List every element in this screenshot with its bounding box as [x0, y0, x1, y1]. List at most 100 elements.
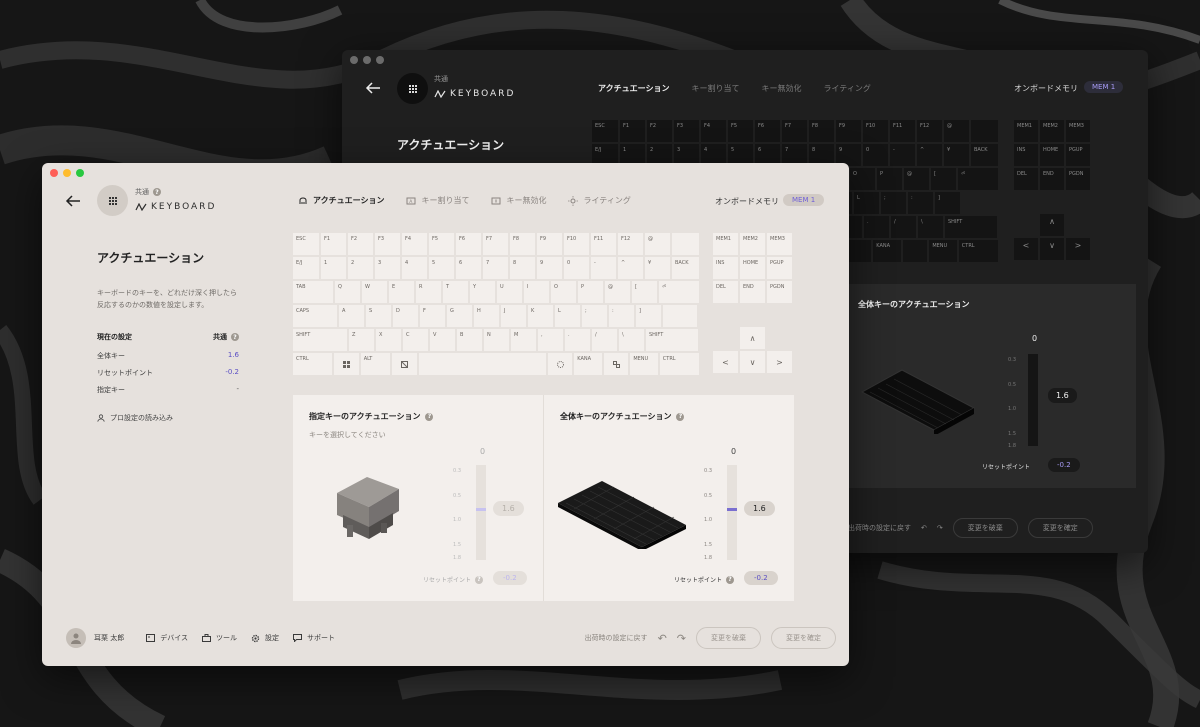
close-icon[interactable] [350, 56, 358, 64]
key[interactable]: @ [904, 168, 929, 190]
key[interactable]: CTRL [958, 240, 998, 262]
key[interactable]: MEM3 [767, 233, 792, 255]
minimize-icon[interactable] [63, 169, 71, 177]
key[interactable]: - [890, 144, 915, 166]
key[interactable]: 0 [564, 257, 589, 279]
key[interactable]: BACK [971, 144, 998, 166]
key[interactable]: . [565, 329, 590, 351]
key[interactable]: 8 [510, 257, 535, 279]
key[interactable]: HOME [1040, 144, 1064, 166]
maximize-icon[interactable] [376, 56, 384, 64]
key[interactable]: MENU [929, 240, 957, 262]
key[interactable]: F7 [483, 233, 508, 255]
key[interactable]: BACK [672, 257, 699, 279]
enter-key-lower[interactable] [663, 305, 697, 327]
back-arrow-icon[interactable] [364, 80, 382, 96]
tab-lighting[interactable]: ライティング [568, 195, 631, 206]
key[interactable]: ] [636, 305, 661, 327]
load-pro-settings-link[interactable]: プロ設定の読み込み [97, 413, 173, 423]
actuation-slider[interactable] [727, 465, 737, 560]
reset-point-value[interactable]: -0.2 [1048, 458, 1080, 472]
key[interactable]: F9 [836, 120, 861, 142]
help-icon[interactable]: ? [425, 412, 434, 421]
tab-lighting[interactable]: ライティング [823, 83, 870, 94]
key[interactable]: 4 [402, 257, 427, 279]
key[interactable]: F3 [674, 120, 699, 142]
key[interactable]: PGUP [767, 257, 792, 279]
key[interactable]: @ [645, 233, 670, 255]
key[interactable]: E [389, 281, 414, 303]
key[interactable]: ; [582, 305, 607, 327]
key[interactable]: F3 [375, 233, 400, 255]
key[interactable]: PGDN [1066, 168, 1090, 190]
key[interactable]: ] [935, 192, 960, 214]
key[interactable]: 0 [863, 144, 888, 166]
slider-thumb[interactable] [727, 508, 737, 511]
key[interactable]: END [1040, 168, 1064, 190]
key[interactable]: CAPS [293, 305, 337, 327]
actuation-slider[interactable] [1028, 354, 1038, 446]
key[interactable]: - [591, 257, 616, 279]
henkan-key[interactable] [547, 353, 573, 375]
key[interactable]: D [393, 305, 418, 327]
key[interactable]: J [501, 305, 526, 327]
nav-device[interactable]: デバイス [146, 633, 188, 643]
tab-actuation[interactable]: アクチュエーション [298, 195, 384, 206]
minimize-icon[interactable] [363, 56, 371, 64]
user-profile[interactable]: 耳栗 太郎 [66, 628, 124, 648]
key[interactable]: CTRL [659, 353, 699, 375]
key[interactable]: CTRL [293, 353, 333, 375]
close-icon[interactable] [50, 169, 58, 177]
arrow-left-key[interactable]: < [713, 351, 738, 373]
key[interactable] [971, 120, 998, 142]
key[interactable]: Q [335, 281, 360, 303]
key[interactable]: F [420, 305, 445, 327]
key[interactable]: ESC [293, 233, 319, 255]
key[interactable]: N [484, 329, 509, 351]
key[interactable]: A [339, 305, 364, 327]
key[interactable]: 9 [537, 257, 562, 279]
back-arrow-icon[interactable] [64, 193, 82, 209]
key[interactable]: F9 [537, 233, 562, 255]
muhenkan-key[interactable] [392, 353, 417, 375]
key[interactable]: MEM2 [1040, 120, 1064, 142]
nav-settings[interactable]: 設定 [251, 633, 279, 643]
key[interactable] [846, 240, 872, 262]
key[interactable]: K [528, 305, 553, 327]
actuation-value[interactable]: 1.6 [1048, 388, 1077, 403]
key[interactable]: F4 [701, 120, 726, 142]
key[interactable]: ⏎ [958, 168, 998, 190]
maximize-icon[interactable] [76, 169, 84, 177]
arrow-up-key[interactable]: ∧ [1040, 214, 1064, 236]
revert-link[interactable]: 出荷時の設定に戻す [848, 523, 911, 533]
key[interactable]: INS [1014, 144, 1038, 166]
enter-key[interactable]: ⏎ [659, 281, 699, 303]
key[interactable]: B [457, 329, 482, 351]
key[interactable]: / [592, 329, 617, 351]
key[interactable]: 7 [483, 257, 508, 279]
key[interactable]: ; [881, 192, 906, 214]
key[interactable]: ESC [592, 120, 618, 142]
actuation-value[interactable]: 1.6 [493, 501, 524, 516]
key[interactable]: : [609, 305, 634, 327]
redo-icon[interactable]: ↷ [677, 632, 686, 645]
tab-key-disable[interactable]: キー無効化 [761, 83, 801, 94]
key[interactable]: 1 [321, 257, 346, 279]
key[interactable]: PGDN [767, 281, 792, 303]
key[interactable]: L [555, 305, 580, 327]
key[interactable]: MENU [630, 353, 658, 375]
help-icon[interactable]: ? [231, 333, 239, 341]
key[interactable]: F12 [618, 233, 643, 255]
memory-badge[interactable]: MEM 1 [783, 194, 825, 206]
key[interactable]: F1 [620, 120, 645, 142]
help-icon[interactable]: ? [153, 188, 161, 196]
slider-thumb[interactable] [476, 508, 486, 511]
key[interactable]: P [877, 168, 902, 190]
key[interactable]: F12 [917, 120, 942, 142]
key[interactable] [902, 240, 928, 262]
key[interactable]: F8 [809, 120, 834, 142]
key[interactable]: O [551, 281, 576, 303]
undo-icon[interactable]: ↶ [658, 632, 667, 645]
revert-link[interactable]: 出荷時の設定に戻す [585, 633, 648, 643]
key[interactable]: : [908, 192, 933, 214]
